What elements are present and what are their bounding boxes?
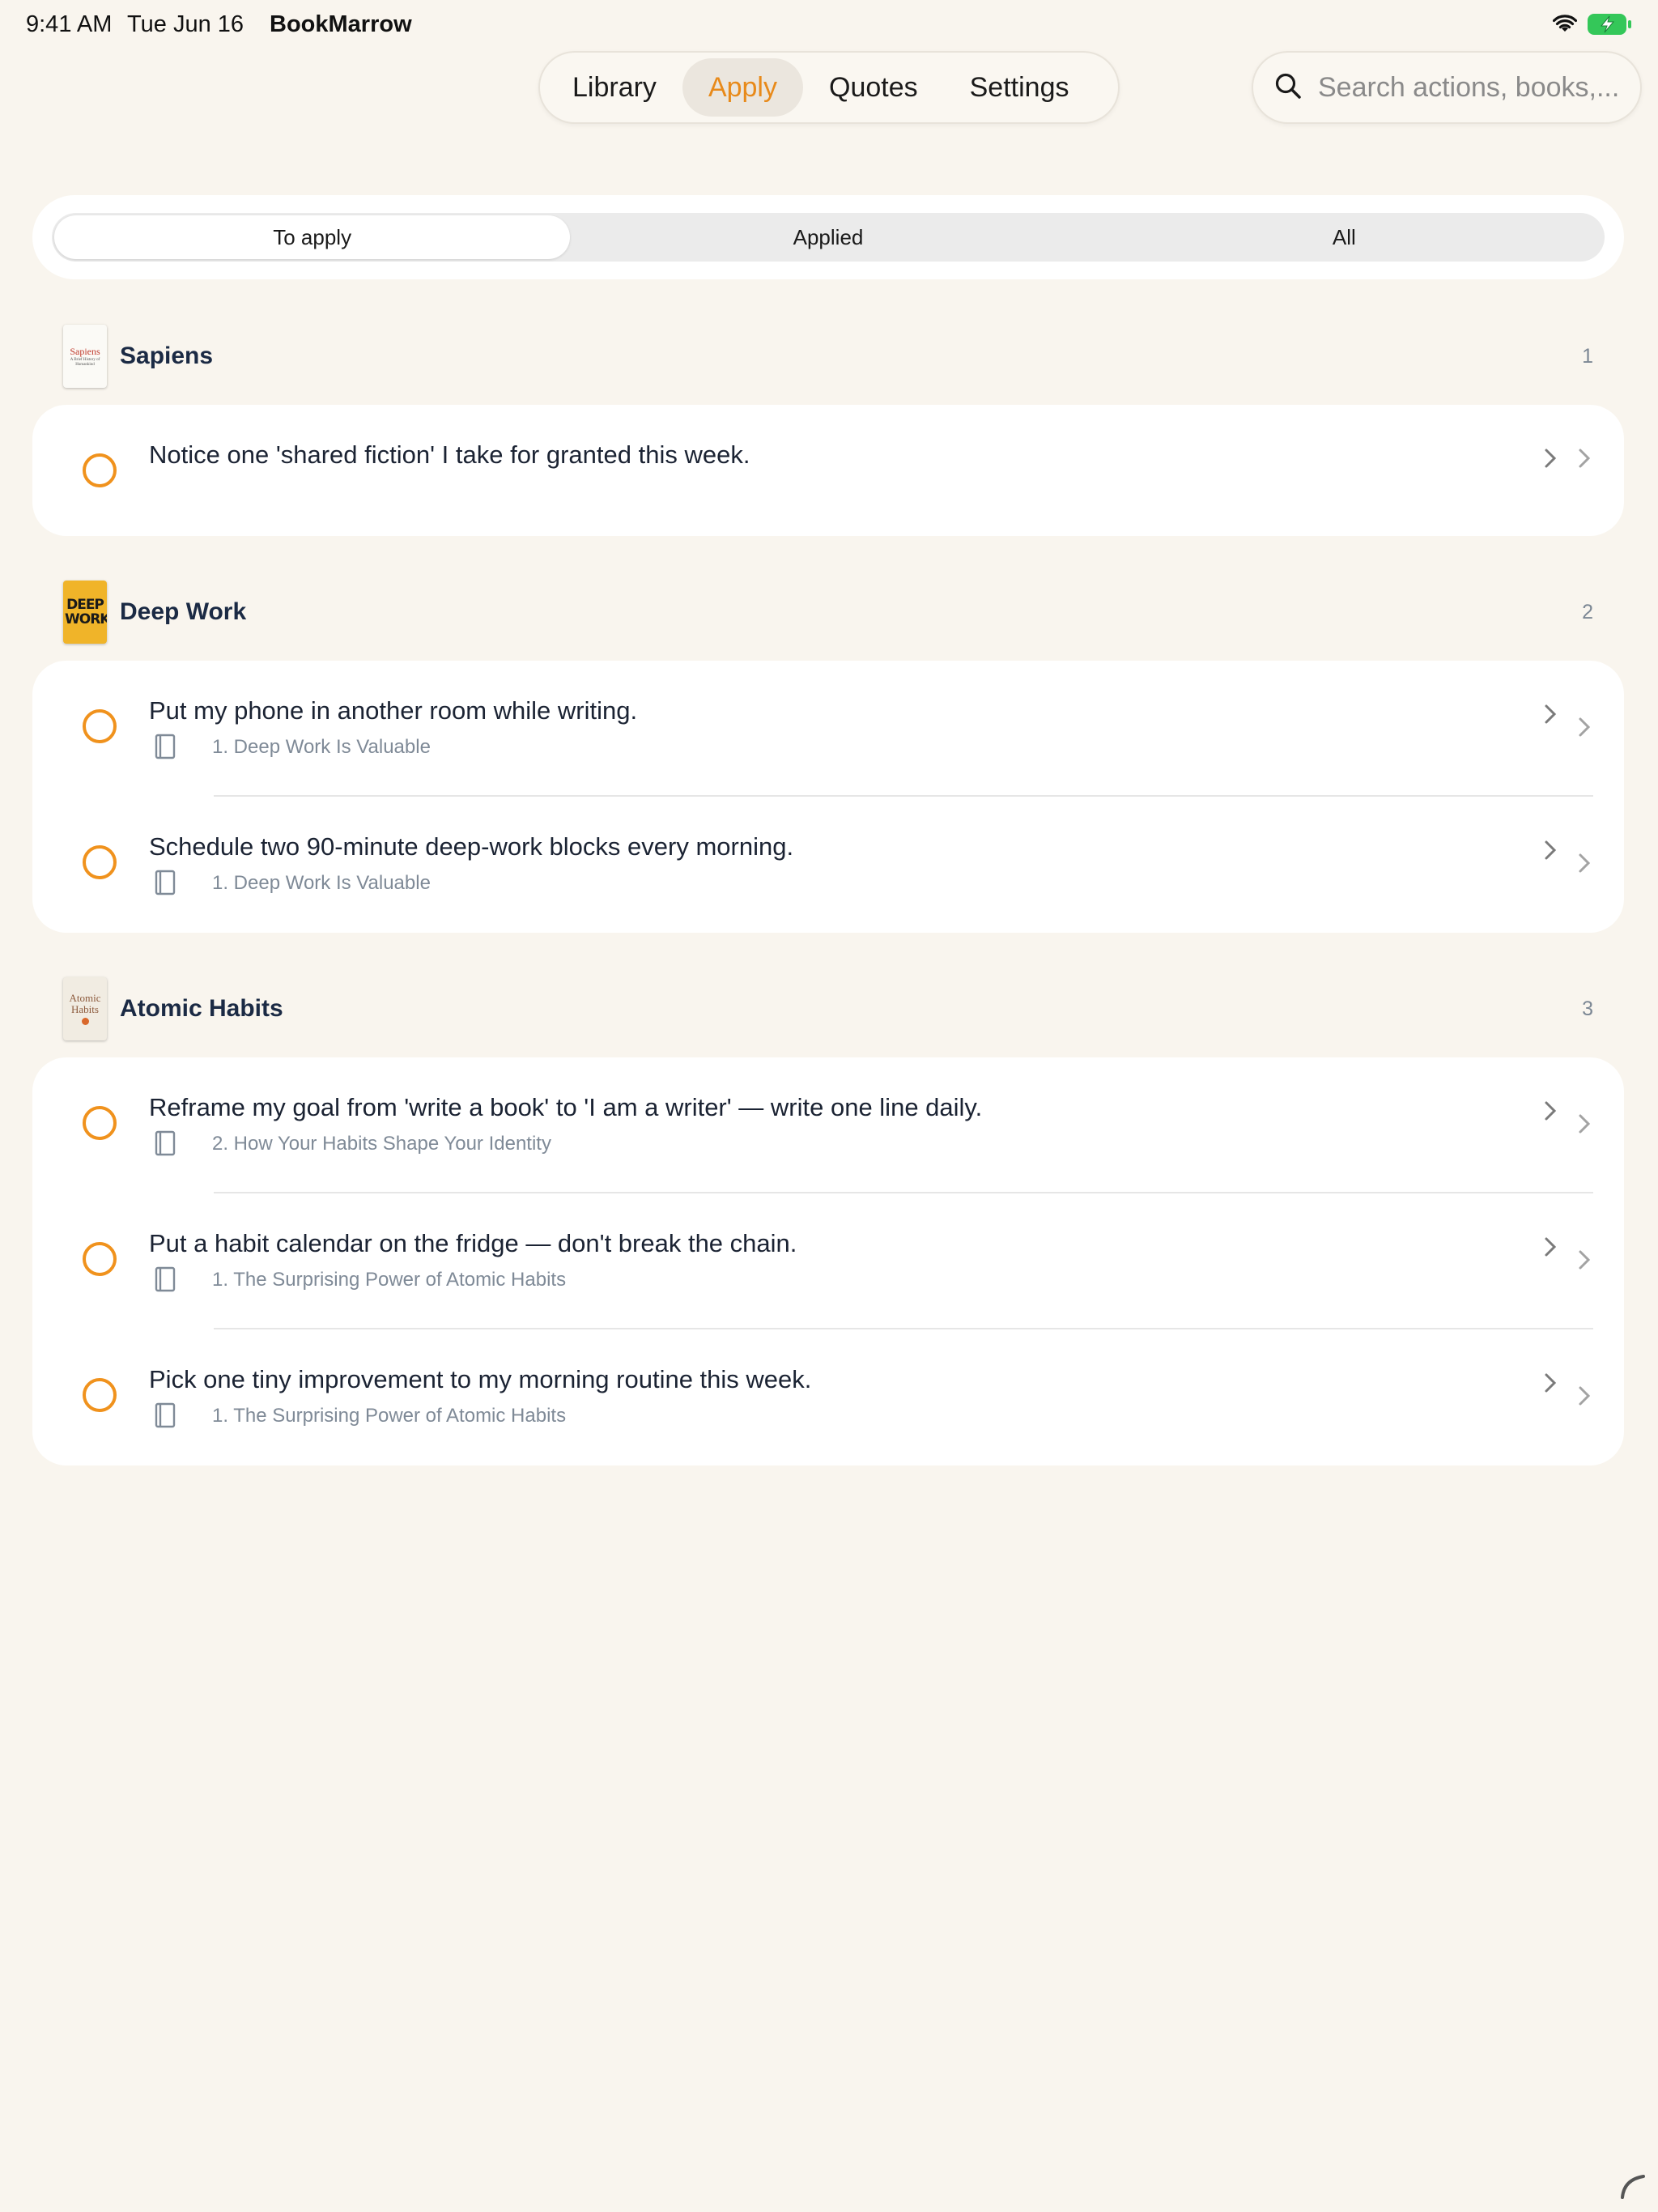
action-chapter: 1. The Surprising Power of Atomic Habits [154,1402,566,1430]
checkbox-circle[interactable] [83,845,117,879]
section-header-sapiens: Sapiens A Brief History of Humankind Sap… [63,324,1593,389]
action-text: Schedule two 90-minute deep-work blocks … [149,832,794,861]
chevron-right-icon [1545,704,1557,724]
action-text: Pick one tiny improvement to my morning … [149,1365,812,1393]
chevron-right-icon [1545,1373,1557,1393]
checkbox-circle[interactable] [83,453,117,487]
action-row[interactable]: Put a habit calendar on the fridge — don… [32,1193,1624,1329]
segment-all[interactable]: All [1086,215,1602,259]
section-title: Sapiens [120,342,214,369]
section-count: 1 [1582,344,1593,368]
action-text: Put my phone in another room while writi… [149,696,638,725]
action-text: Put a habit calendar on the fridge — don… [149,1229,797,1257]
checkbox-circle[interactable] [83,1378,117,1412]
status-time: 9:41 AM [26,11,113,37]
checkbox-circle[interactable] [83,709,117,743]
status-bar: 9:41 AM Tue Jun 16 BookMarrow [0,0,1658,52]
chevron-right-icon [1545,1237,1557,1257]
cover-title: Atomic Habits [69,992,101,1015]
chevron-right-icon [1545,1101,1557,1121]
search-bar[interactable] [1252,51,1642,124]
filter-container: To apply Applied All [32,195,1624,279]
section-title: Atomic Habits [120,995,283,1022]
book-cover-atomic-habits: Atomic Habits [63,977,107,1040]
segment-to-apply[interactable]: To apply [54,215,571,259]
search-icon [1274,72,1302,104]
book-icon [155,734,176,759]
status-app-name: BookMarrow [270,11,412,37]
status-indicators [1552,13,1632,40]
chevron-right-icon[interactable] [1577,716,1592,738]
cover-title: DEEP WORK [65,597,107,627]
chevron-right-icon [1545,840,1557,860]
section-header-atomic-habits: Atomic Habits Atomic Habits 3 [63,976,1593,1041]
cover-dot [81,1018,89,1025]
section-header-deep-work: DEEP WORK Deep Work 2 [63,580,1593,644]
action-card-deep-work: Put my phone in another room while writi… [32,661,1624,933]
action-chapter: 2. How Your Habits Shape Your Identity [154,1130,551,1158]
chevron-right-icon[interactable] [1577,1249,1592,1271]
tab-library[interactable]: Library [546,58,682,117]
segment-applied[interactable]: Applied [570,215,1086,259]
section-count: 2 [1582,600,1593,623]
action-row[interactable]: Reframe my goal from 'write a book' to '… [32,1057,1624,1193]
book-icon [155,1130,176,1156]
chevron-right-icon[interactable] [1577,1112,1592,1135]
cover-title: Sapiens [70,345,100,357]
book-icon [155,1402,176,1428]
cover-subtitle: A Brief History of Humankind [70,357,100,367]
action-text: Notice one 'shared fiction' I take for g… [149,440,750,469]
book-cover-deep-work: DEEP WORK [63,581,107,644]
action-row[interactable]: Pick one tiny improvement to my morning … [32,1329,1624,1465]
checkbox-circle[interactable] [83,1242,117,1276]
checkbox-circle[interactable] [83,1106,117,1140]
action-chapter: 1. Deep Work Is Valuable [154,870,431,897]
section-count: 3 [1582,997,1593,1020]
wifi-icon [1552,15,1578,38]
action-row[interactable]: Put my phone in another room while writi… [32,661,1624,797]
chapter-label: 1. Deep Work Is Valuable [212,872,431,894]
tab-quotes[interactable]: Quotes [803,58,944,117]
section-title: Deep Work [120,598,247,625]
status-date: Tue Jun 16 [127,11,244,37]
action-row[interactable]: Notice one 'shared fiction' I take for g… [32,405,1624,536]
chapter-label: 1. Deep Work Is Valuable [212,736,431,758]
book-icon [155,1266,176,1292]
main-tab-bar: Library Apply Quotes Settings [538,51,1120,124]
resize-handle-icon[interactable] [1619,2173,1647,2201]
chevron-right-icon[interactable] [1577,1385,1592,1407]
tab-settings[interactable]: Settings [944,58,1095,117]
action-row[interactable]: Schedule two 90-minute deep-work blocks … [32,797,1624,933]
action-chapter: 1. The Surprising Power of Atomic Habits [154,1266,566,1294]
action-card-sapiens: Notice one 'shared fiction' I take for g… [32,405,1624,536]
chapter-label: 2. How Your Habits Shape Your Identity [212,1133,551,1155]
action-text: Reframe my goal from 'write a book' to '… [149,1093,983,1121]
action-chapter: 1. Deep Work Is Valuable [154,734,431,761]
search-input[interactable] [1316,70,1624,104]
chevron-right-icon[interactable] [1577,852,1592,874]
action-card-atomic-habits: Reframe my goal from 'write a book' to '… [32,1057,1624,1465]
filter-segmented-control: To apply Applied All [52,213,1605,262]
chapter-label: 1. The Surprising Power of Atomic Habits [212,1405,567,1427]
battery-charging-icon [1587,13,1632,40]
chevron-right-icon[interactable] [1577,447,1592,470]
tab-apply[interactable]: Apply [682,58,803,117]
chevron-right-icon [1545,449,1557,468]
book-cover-sapiens: Sapiens A Brief History of Humankind [63,325,107,388]
book-icon [155,870,176,895]
chapter-label: 1. The Surprising Power of Atomic Habits [212,1269,567,1291]
